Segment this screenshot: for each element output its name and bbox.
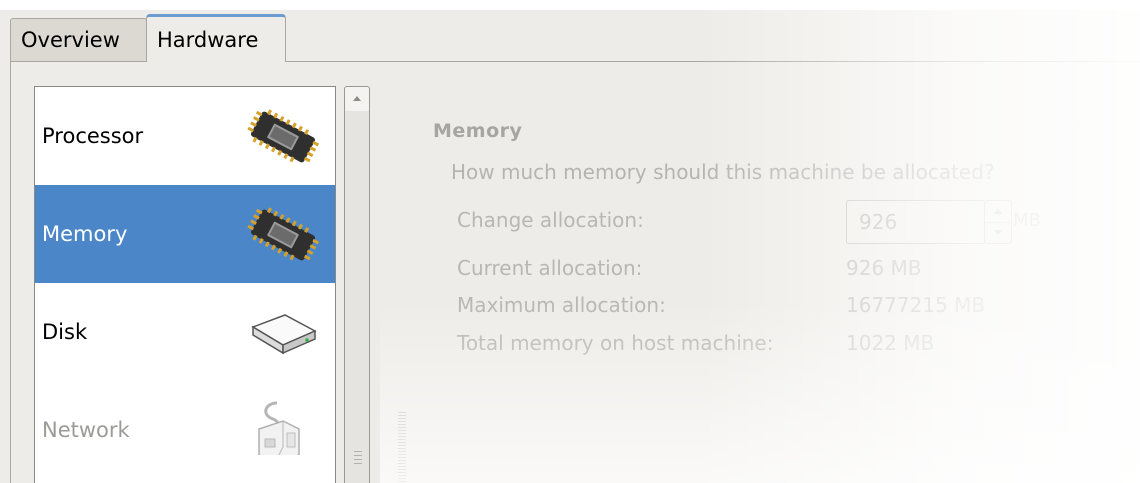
memory-chip-icon xyxy=(247,207,320,263)
increment-button[interactable] xyxy=(985,201,1011,223)
list-item-network[interactable]: Network xyxy=(35,381,335,479)
list-item-processor[interactable]: Processor xyxy=(35,87,335,185)
top-margin xyxy=(0,0,1140,10)
memory-allocation-spinbox[interactable]: 926 xyxy=(846,200,986,244)
allocation-unit: MB xyxy=(1013,210,1041,231)
scroll-trough[interactable] xyxy=(344,111,370,483)
tab-overview[interactable]: Overview xyxy=(10,18,147,62)
list-item-label: Network xyxy=(42,418,130,442)
memory-question: How much memory should this machine be a… xyxy=(451,160,995,184)
host-memory-label: Total memory on host machine: xyxy=(457,331,774,355)
section-title: Memory xyxy=(433,120,523,142)
list-scrollbar[interactable] xyxy=(344,86,370,483)
processor-chip-icon xyxy=(247,109,320,165)
change-allocation-label: Change allocation: xyxy=(457,208,644,232)
arrow-up-icon xyxy=(353,96,361,101)
current-allocation-value: 926 MB xyxy=(846,256,922,280)
memory-allocation-value: 926 xyxy=(859,210,898,234)
panel-border xyxy=(10,61,11,483)
disk-drive-icon xyxy=(247,305,319,361)
maximum-allocation-value: 16777215 MB xyxy=(846,293,986,317)
current-allocation-label: Current allocation: xyxy=(457,256,643,280)
scroll-up-button[interactable] xyxy=(344,86,370,112)
list-item-memory[interactable]: Memory xyxy=(35,185,335,283)
memory-spin-buttons[interactable] xyxy=(984,200,1012,244)
network-cable-icon xyxy=(247,401,319,464)
host-memory-value: 1022 MB xyxy=(846,331,935,355)
list-item-disk[interactable]: Disk xyxy=(35,283,335,381)
arrow-down-icon xyxy=(994,230,1002,235)
scroll-grip-icon xyxy=(354,451,362,465)
maximum-allocation-label: Maximum allocation: xyxy=(457,293,666,317)
tab-overview-label: Overview xyxy=(21,28,120,52)
arrow-up-icon xyxy=(994,209,1002,214)
list-item-label: Processor xyxy=(42,124,144,148)
decrement-button[interactable] xyxy=(985,222,1011,243)
list-item-label: Memory xyxy=(42,222,128,246)
tab-hardware[interactable]: Hardware xyxy=(146,14,286,62)
tab-hardware-label: Hardware xyxy=(157,28,259,52)
list-item-label: Disk xyxy=(42,320,88,344)
pane-resize-handle[interactable] xyxy=(398,412,406,483)
hardware-list[interactable]: Processor Memory Disk Network xyxy=(34,86,336,483)
